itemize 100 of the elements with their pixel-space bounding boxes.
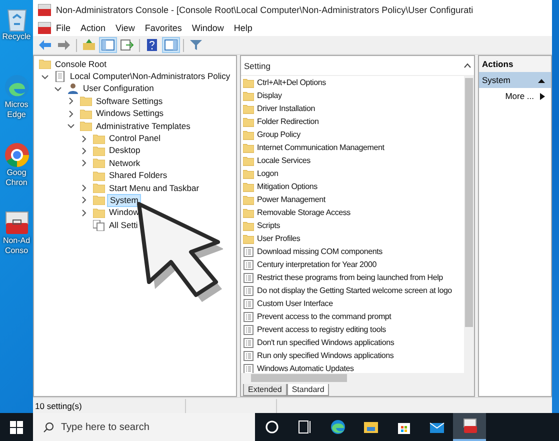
policy-setting-icon	[243, 272, 254, 282]
folder-icon	[243, 234, 254, 244]
folder-icon	[93, 146, 105, 156]
status-text: 10 setting(s)	[34, 400, 83, 410]
export-icon	[120, 39, 134, 51]
setting-item[interactable]: User Profiles	[257, 234, 300, 243]
policy-setting-icon	[243, 364, 254, 373]
desktop-icon-label[interactable]: Goog Chron	[0, 168, 33, 188]
export-toolbar-button[interactable]	[118, 37, 136, 53]
chevron-icon[interactable]	[67, 122, 75, 130]
pane-toolbar-button[interactable]	[162, 37, 180, 53]
help-icon	[145, 39, 159, 51]
toolbox-icon	[38, 4, 51, 16]
tree-item[interactable]: Desktop	[107, 145, 142, 156]
setting-item[interactable]: Windows Automatic Updates	[257, 364, 354, 373]
setting-item[interactable]: Mitigation Options	[257, 182, 318, 191]
windows-logo-icon	[10, 420, 23, 434]
menu-item[interactable]: Window	[186, 23, 229, 33]
tree-item[interactable]: Shared Folders	[107, 170, 170, 182]
filter-icon	[189, 39, 203, 51]
menu-item[interactable]: Favorites	[140, 23, 187, 33]
setting-item[interactable]: Custom User Interface	[257, 299, 333, 308]
vertical-scrollbar[interactable]	[464, 76, 474, 373]
chevron-icon[interactable]	[80, 208, 88, 217]
tree-item[interactable]: Administrative Templates	[94, 120, 192, 132]
actions-header: Actions	[479, 56, 551, 72]
toolbox-icon[interactable]	[4, 210, 30, 236]
tree-icon	[101, 39, 115, 51]
policy-setting-icon	[243, 260, 254, 270]
view-tab[interactable]: Extended	[243, 384, 287, 396]
chevron-icon[interactable]	[80, 196, 88, 204]
setting-item[interactable]: Display	[257, 91, 282, 100]
up-toolbar-button[interactable]	[80, 37, 98, 53]
folder-icon	[243, 182, 254, 192]
view-tab[interactable]: Standard	[286, 384, 330, 396]
menu-item[interactable]: Action	[76, 23, 111, 33]
tree-item[interactable]: Software Settings	[94, 96, 165, 107]
setting-item[interactable]: Driver Installation	[257, 104, 316, 113]
tree-toolbar-button[interactable]	[99, 37, 117, 53]
setting-item[interactable]: Ctrl+Alt+Del Options	[257, 78, 326, 87]
chevron-icon[interactable]	[67, 110, 75, 118]
setting-item[interactable]: Run only specified Windows applications	[257, 351, 394, 360]
action-link[interactable]: More ...	[505, 91, 534, 101]
setting-item[interactable]: Removable Storage Access	[257, 208, 350, 217]
menu-item[interactable]: Help	[228, 23, 258, 33]
policy-setting-icon	[243, 338, 254, 348]
tree-item[interactable]: System	[107, 194, 142, 207]
chevron-icon[interactable]	[54, 84, 62, 93]
setting-item[interactable]: Logon	[257, 169, 278, 178]
scroll-up-icon[interactable]	[464, 63, 471, 68]
column-header[interactable]: Setting	[244, 60, 270, 70]
search-field[interactable]: Type here to search	[33, 413, 255, 441]
tree-item[interactable]: Network	[107, 158, 142, 169]
tree-item[interactable]: Windows Settings	[94, 108, 166, 120]
folder-icon	[39, 59, 51, 70]
folder-icon	[243, 220, 254, 230]
forward-toolbar-button[interactable]	[55, 37, 73, 53]
setting-item[interactable]: Prevent access to the command prompt	[257, 312, 392, 321]
tree-item[interactable]: Start Menu and Taskbar	[107, 182, 202, 194]
setting-item[interactable]: Internet Communication Management	[257, 143, 384, 152]
tree-item[interactable]: Control Panel	[107, 133, 163, 144]
chevron-icon[interactable]	[67, 97, 75, 106]
setting-item[interactable]: Restrict these programs from being launched from Help	[257, 273, 443, 282]
back-icon	[38, 39, 52, 51]
chevron-icon[interactable]	[80, 159, 88, 168]
toolbox-icon[interactable]	[38, 22, 51, 34]
setting-item[interactable]: Century interpretation for Year 2000	[257, 260, 377, 269]
chevron-icon[interactable]	[80, 184, 88, 192]
tree-item[interactable]: Window	[107, 207, 142, 218]
tree-item[interactable]: Local Computer\Non-Administrators Policy	[68, 71, 232, 82]
tree-item[interactable]: User Configuration	[81, 83, 156, 94]
setting-item[interactable]: Don't run specified Windows applications	[257, 338, 394, 347]
chevron-icon[interactable]	[80, 146, 88, 155]
search-icon	[43, 422, 54, 433]
folder-icon	[243, 208, 254, 218]
menu-item[interactable]: View	[110, 23, 140, 33]
settings-pages-icon	[93, 220, 105, 231]
horizontal-scrollbar[interactable]	[241, 373, 474, 383]
setting-item[interactable]: Folder Redirection	[257, 117, 319, 126]
setting-item[interactable]: Scripts	[257, 221, 280, 230]
setting-item[interactable]: Prevent access to registry editing tools	[257, 325, 386, 334]
tree-item[interactable]: All Setti	[107, 220, 140, 231]
setting-item[interactable]: Power Management	[257, 195, 326, 204]
chrome-browser-icon[interactable]	[4, 142, 30, 168]
taskview-icon	[296, 419, 314, 435]
setting-item[interactable]: Download missing COM components	[257, 247, 382, 256]
setting-item[interactable]: Do not display the Getting Started welcome screen at logo	[257, 286, 452, 295]
cortana-icon	[262, 419, 280, 435]
desktop-icon-label[interactable]: Non-Ad Conso	[0, 236, 33, 256]
tree-item[interactable]: Console Root	[53, 58, 109, 70]
triangle-up-icon[interactable]	[538, 78, 545, 82]
folder-icon	[243, 168, 254, 178]
chevron-icon[interactable]	[80, 134, 88, 143]
chevron-icon[interactable]	[41, 72, 49, 81]
folder-icon	[243, 194, 254, 204]
console-taskbar-button[interactable]	[453, 413, 486, 441]
setting-item[interactable]: Group Policy	[257, 130, 300, 139]
folder-icon	[243, 104, 254, 114]
menu-item[interactable]: File	[51, 23, 76, 33]
setting-item[interactable]: Locale Services	[257, 156, 310, 165]
